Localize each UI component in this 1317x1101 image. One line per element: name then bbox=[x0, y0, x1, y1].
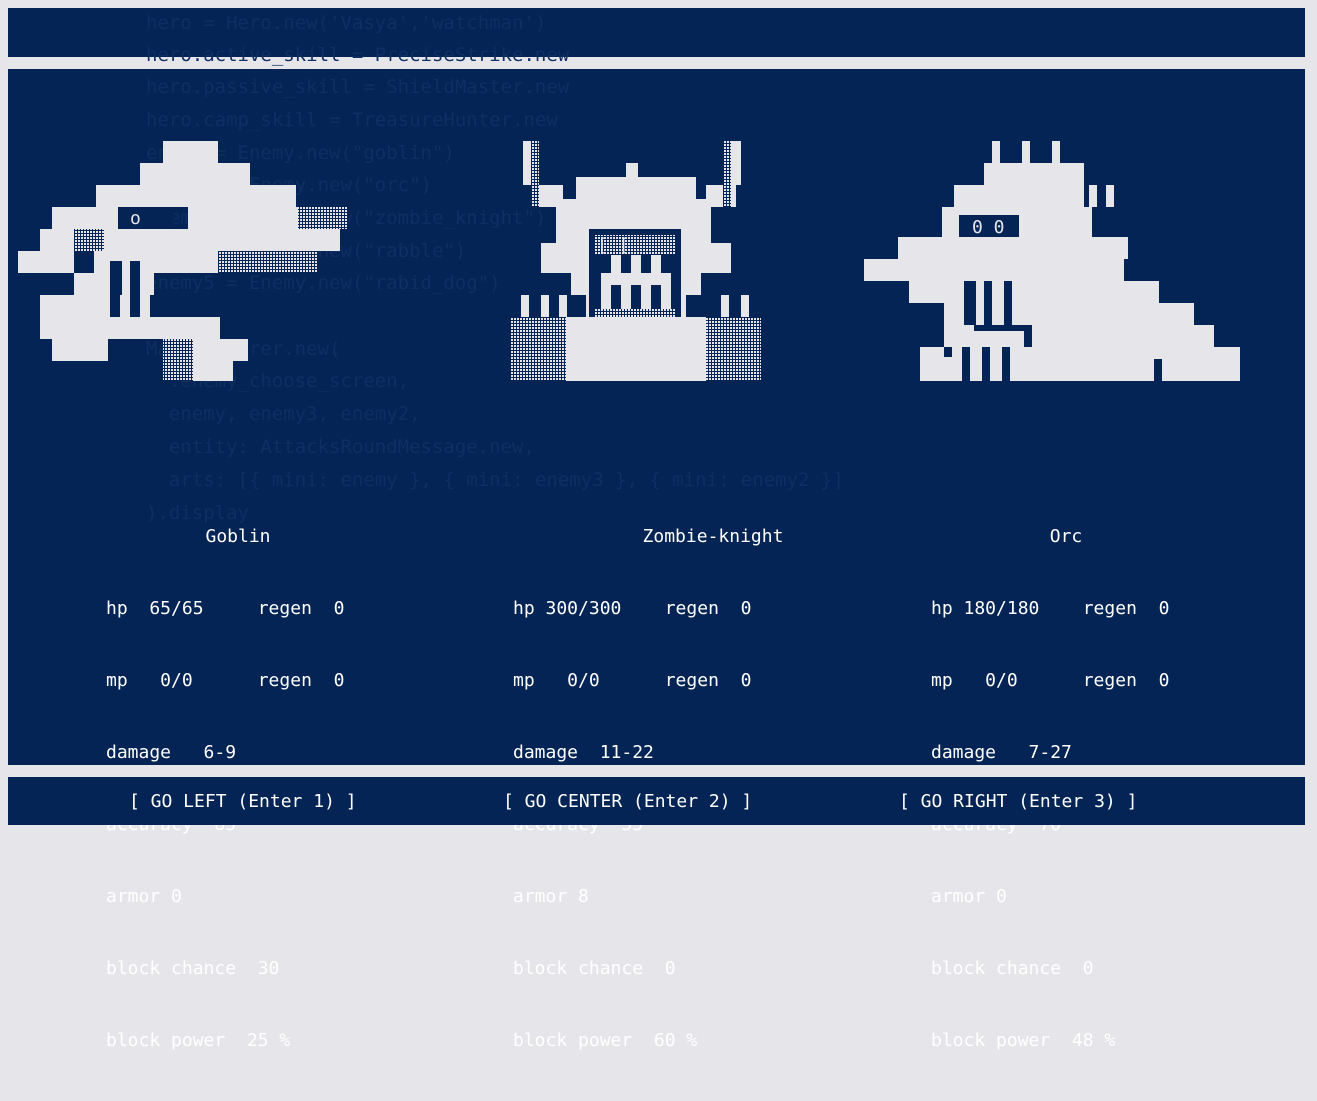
code-line: hero.camp_skill = TreasureHunter.new bbox=[146, 109, 558, 131]
code-line: entity: AttacksRoundMessage.new, bbox=[146, 436, 535, 458]
orc-art: 0 0 bbox=[864, 141, 1240, 381]
go-left-option[interactable]: [ GO LEFT (Enter 1) ] bbox=[129, 791, 357, 813]
options-bar: [ GO LEFT (Enter 1) ] [ GO CENTER (Enter… bbox=[8, 777, 1305, 825]
go-right-option[interactable]: [ GO RIGHT (Enter 3) ] bbox=[899, 791, 1137, 813]
go-center-option[interactable]: [ GO CENTER (Enter 2) ] bbox=[503, 791, 752, 813]
stat-line: mp 0/0 regen 0 bbox=[931, 670, 1170, 691]
stat-line: hp 65/65 regen 0 bbox=[106, 598, 345, 619]
stat-line: block chance 0 bbox=[513, 958, 676, 979]
stat-line: damage 6-9 bbox=[106, 742, 237, 763]
code-line: enemy, enemy3, enemy2, bbox=[146, 403, 421, 425]
stat-line: block chance 0 bbox=[931, 958, 1094, 979]
zombie-knight-eyes: [ [ bbox=[597, 235, 630, 256]
enemy-choose-panel: hero = Hero.new('Vasya','watchman') hero… bbox=[8, 12, 1305, 1051]
enemy-name: Zombie-knight bbox=[642, 526, 784, 547]
enemy-name: Orc bbox=[1049, 526, 1083, 547]
top-bar bbox=[8, 8, 1305, 57]
stat-line: hp 300/300 regen 0 bbox=[513, 598, 752, 619]
zombie-knight-art: [ [ bbox=[511, 141, 761, 381]
stat-line: mp 0/0 regen 0 bbox=[513, 670, 752, 691]
stat-line: block power 60 % bbox=[513, 1030, 698, 1051]
stat-line: armor 0 bbox=[106, 886, 182, 907]
stat-line: damage 11-22 bbox=[513, 742, 654, 763]
enemy-name: Goblin bbox=[205, 526, 271, 547]
stat-line: armor 0 bbox=[931, 886, 1007, 907]
stat-line: block power 48 % bbox=[931, 1030, 1116, 1051]
stat-line: damage 7-27 bbox=[931, 742, 1072, 763]
stat-line: block chance 30 bbox=[106, 958, 280, 979]
goblin-art: o bbox=[18, 141, 348, 381]
goblin-eye: o bbox=[130, 208, 141, 229]
stat-line: armor 8 bbox=[513, 886, 589, 907]
stat-line: mp 0/0 regen 0 bbox=[106, 670, 345, 691]
stat-line: hp 180/180 regen 0 bbox=[931, 598, 1170, 619]
stat-line: block power 25 % bbox=[106, 1030, 291, 1051]
code-line: hero.passive_skill = ShieldMaster.new bbox=[146, 76, 570, 98]
orc-eyes: 0 0 bbox=[972, 217, 1005, 238]
